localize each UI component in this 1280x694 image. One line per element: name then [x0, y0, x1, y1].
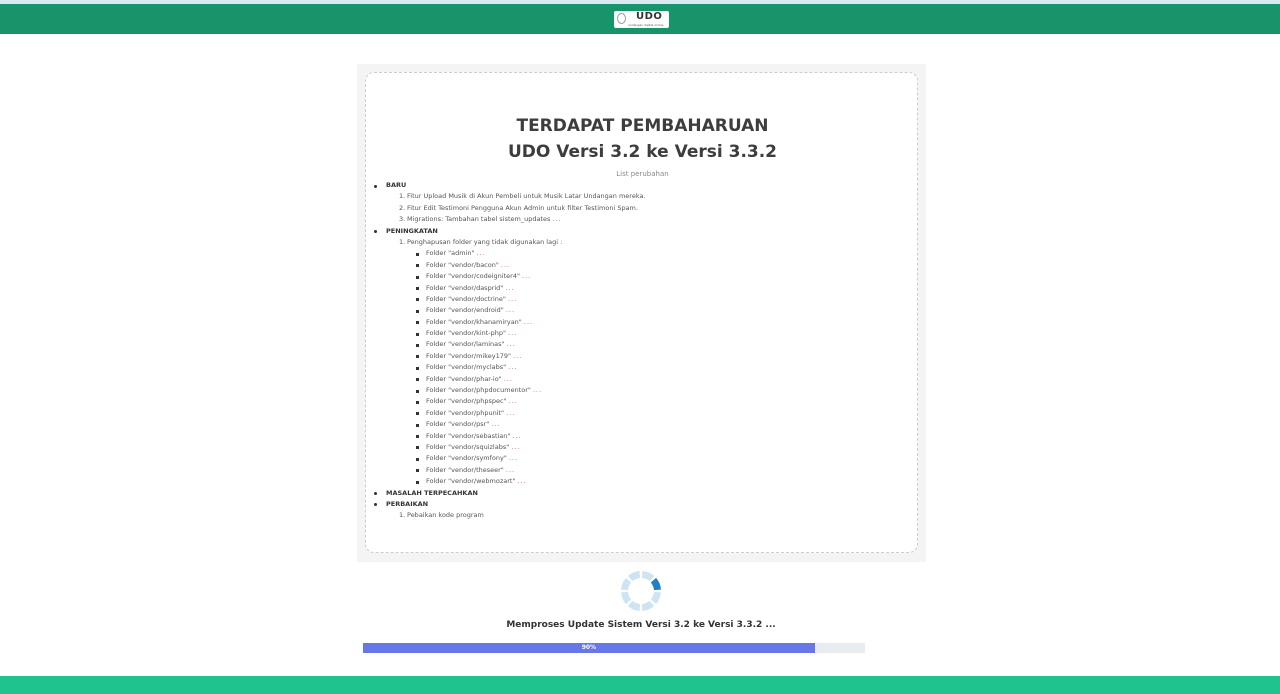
- folder-item: Folder "vendor/theseer" ...: [366, 465, 919, 476]
- update-panel: TERDAPAT PEMBAHARUAN UDO Versi 3.2 ke Ve…: [357, 64, 926, 562]
- spinner-segment: [621, 577, 632, 591]
- progress-fill: 90%: [363, 643, 815, 653]
- spinner-segment: [621, 591, 632, 605]
- spinner-segment: [650, 591, 661, 605]
- udo-logo[interactable]: UDO undangan digital online: [614, 11, 669, 28]
- list-item: 1. Fitur Upload Musik di Akun Pembeli unt…: [399, 192, 646, 201]
- folder-item: Folder "vendor/sebastian" ...: [366, 431, 919, 442]
- folder-item: Folder "vendor/phpunit" ...: [366, 408, 919, 419]
- spinner-segment: [641, 600, 655, 611]
- folder-item: Folder "vendor/phar-io" ...: [366, 374, 919, 385]
- list-item: 1. Penghapusan folder yang tidak digunaka…: [399, 237, 563, 246]
- folder-item: Folder "vendor/psr" ...: [366, 419, 919, 430]
- folder-item: Folder "vendor/webmozart" ...: [366, 476, 919, 487]
- list-item: 2. Fitur Edit Testimoni Pengguna Akun Adm…: [399, 203, 638, 212]
- folder-item: Folder "admin" ...: [366, 248, 919, 259]
- logo-ring-icon: [617, 13, 626, 24]
- update-version-title: UDO Versi 3.2 ke Versi 3.3.2: [507, 142, 778, 162]
- update-status-text: Memproses Update Sistem Versi 3.2 ke Ver…: [506, 620, 776, 630]
- spinner-segment: [627, 571, 641, 582]
- folder-item: Folder "vendor/symfony" ...: [366, 453, 919, 464]
- spinner-segment: [650, 577, 661, 591]
- folder-item: Folder "vendor/phpdocumentor" ...: [366, 385, 919, 396]
- loading-spinner-icon: [621, 571, 661, 611]
- folder-item: Folder "vendor/doctrine" ...: [366, 294, 919, 305]
- folder-item: Folder "vendor/myclabs" ...: [366, 362, 919, 373]
- update-progress-bar: 90%: [363, 643, 865, 653]
- list-item: 3. Migrations: Tambahan tabel sistem_upda…: [399, 215, 562, 224]
- list-item: 1. Pebaikan kode program: [399, 511, 484, 520]
- change-list: BARU 1. Fitur Upload Musik di Akun Pembel…: [366, 180, 919, 522]
- top-header-bar: UDO undangan digital online: [0, 4, 1280, 34]
- change-list-subtitle: List perubahan: [616, 170, 669, 178]
- section-perbaikan: PERBAIKAN: [366, 499, 919, 510]
- update-card: TERDAPAT PEMBAHARUAN UDO Versi 3.2 ke Ve…: [365, 72, 918, 553]
- section-peningkatan: PENINGKATAN: [366, 226, 919, 237]
- section-baru: BARU: [366, 180, 919, 191]
- folder-item: Folder "vendor/mikey179" ...: [366, 351, 919, 362]
- folder-item: Folder "vendor/laminas" ...: [366, 339, 919, 350]
- folder-item: Folder "vendor/codeigniter4" ...: [366, 271, 919, 282]
- logo-tagline: undangan digital online: [628, 23, 664, 27]
- folder-item: Folder "vendor/dasprid" ...: [366, 283, 919, 294]
- folder-item: Folder "vendor/bacon" ...: [366, 260, 919, 271]
- folder-item: Folder "vendor/kint-php" ...: [366, 328, 919, 339]
- update-title: TERDAPAT PEMBAHARUAN: [516, 116, 769, 136]
- bottom-footer-bar: [0, 676, 1280, 694]
- folder-item: Folder "vendor/endroid" ...: [366, 305, 919, 316]
- folder-item: Folder "vendor/phpspec" ...: [366, 396, 919, 407]
- spinner-segment: [627, 600, 641, 611]
- folder-item: Folder "vendor/squizlabs" ...: [366, 442, 919, 453]
- spinner-segment: [641, 571, 655, 582]
- folder-item: Folder "vendor/khanamiryan" ...: [366, 317, 919, 328]
- section-masalah-terpecahkan: MASALAH TERPECAHKAN: [366, 488, 919, 499]
- logo-text: UDO: [636, 11, 663, 22]
